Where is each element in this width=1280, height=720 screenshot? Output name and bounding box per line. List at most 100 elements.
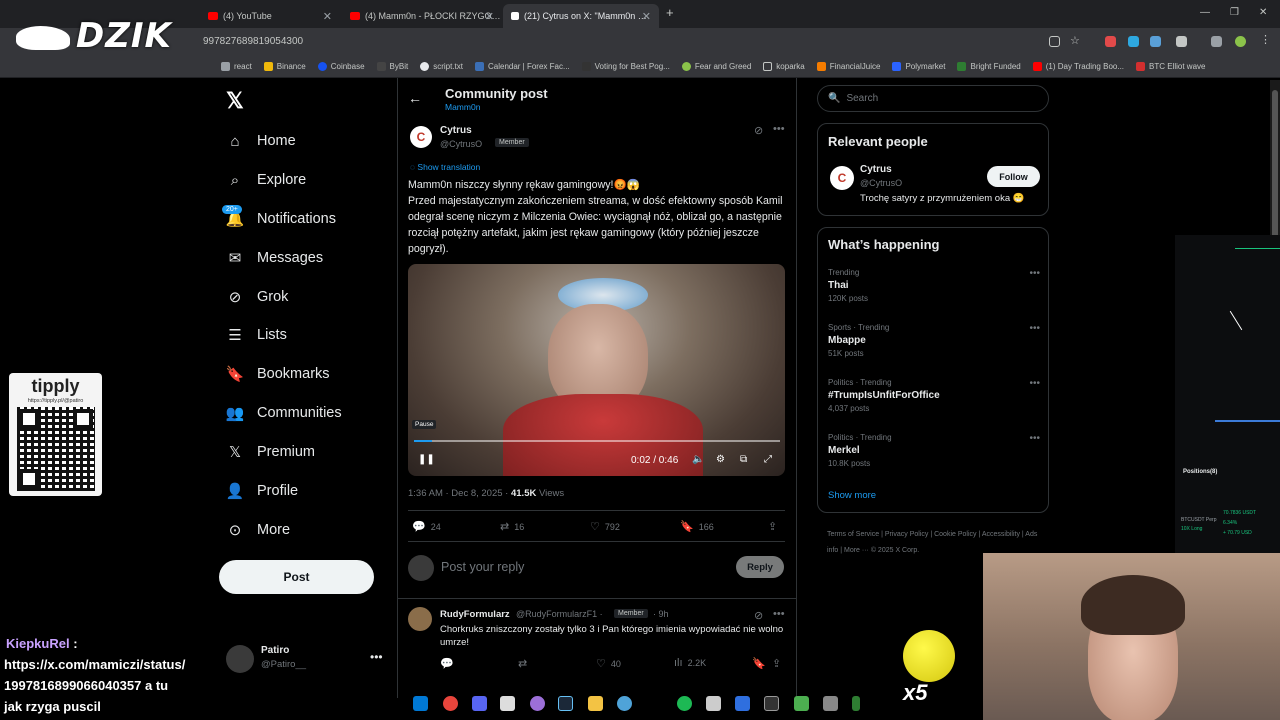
repost-action[interactable]: ⇄ [518, 657, 532, 670]
folder-icon[interactable] [588, 696, 603, 711]
app-icon[interactable] [735, 696, 750, 711]
bookmark[interactable]: Polymarket [892, 62, 945, 71]
more-icon[interactable]: ••• [773, 123, 785, 135]
sidebar-item-lists[interactable]: ☰ Lists [226, 322, 287, 348]
bookmark[interactable]: Binance [263, 62, 306, 71]
share-action[interactable]: ⇪ [772, 657, 786, 670]
post-button[interactable]: Post [219, 560, 374, 594]
close-icon[interactable]: ✕ [323, 10, 332, 23]
browser-tab-active[interactable]: (21) Cytrus on X: "Mamm0n … ✕ [503, 4, 659, 28]
app-icon[interactable] [794, 696, 809, 711]
sidebar-item-explore[interactable]: ⌕ Explore [226, 167, 306, 193]
trend-item[interactable]: Sports · Trending Mbappe 51K posts ••• [828, 323, 1040, 358]
terminal-icon[interactable] [764, 696, 779, 711]
sidebar-item-more[interactable]: ⊙ More [226, 517, 290, 543]
restore-icon[interactable]: ❐ [1230, 7, 1239, 18]
app-icon[interactable] [706, 696, 721, 711]
more-icon[interactable]: ••• [1029, 268, 1040, 279]
app-icon[interactable] [617, 696, 632, 711]
url-input[interactable]: 997827689819054300 [195, 32, 1090, 52]
grok-icon[interactable]: ⊘ [754, 124, 763, 137]
sidebar-item-notifications[interactable]: 🔔 Notifications [226, 206, 336, 232]
video-progress-bar[interactable] [414, 440, 780, 442]
playlist-icon[interactable] [1211, 36, 1222, 47]
author-handle[interactable]: @CytrusO [440, 139, 482, 149]
repost-action[interactable]: ⇄ 16 [500, 520, 524, 533]
show-translation-link[interactable]: ◌ Show translation [410, 162, 480, 172]
bookmark[interactable]: Voting for Best Pog... [581, 62, 670, 71]
close-window-icon[interactable]: ✕ [1259, 7, 1267, 18]
calculator-icon[interactable] [823, 696, 838, 711]
reply-action[interactable]: 💬 [440, 657, 459, 670]
like-action[interactable]: ♡ 40 [596, 657, 621, 670]
spotify-icon[interactable] [677, 696, 692, 711]
show-more-link[interactable]: Show more [828, 490, 876, 501]
chrome-icon[interactable] [443, 696, 458, 711]
browser-tab[interactable]: (4) YouTube ✕ [200, 4, 340, 28]
avatar[interactable] [408, 607, 432, 631]
search-input[interactable]: 🔍 Search [817, 85, 1049, 112]
video-player[interactable] [408, 264, 785, 476]
sidebar-item-communities[interactable]: 👥 Communities [226, 400, 342, 426]
more-icon[interactable]: ••• [370, 650, 383, 664]
follow-button[interactable]: Follow [987, 166, 1040, 187]
browser-tab[interactable]: (4) Mamm0n - PŁOCKI RZYGO… ✕ [342, 4, 502, 28]
trend-item[interactable]: Trending Thai 120K posts ••• [828, 268, 1040, 303]
reply-button[interactable]: Reply [736, 556, 784, 578]
like-action[interactable]: ♡ 792 [590, 520, 620, 533]
volume-icon[interactable]: 🔈 [692, 454, 704, 465]
more-icon[interactable]: ••• [1029, 323, 1040, 334]
bookmark[interactable]: script.txt [420, 62, 463, 71]
reply-action[interactable]: 💬 24 [412, 520, 441, 533]
fullscreen-icon[interactable]: ⤢ [764, 454, 772, 465]
sidebar-item-messages[interactable]: ✉ Messages [226, 245, 323, 271]
minimize-icon[interactable]: — [1200, 7, 1210, 18]
menu-icon[interactable]: ⋮ [1260, 33, 1271, 46]
sidebar-item-home[interactable]: ⌂ Home [226, 128, 295, 154]
bookmark[interactable]: Fear and Greed [681, 62, 751, 71]
bookmark[interactable]: koparka [763, 62, 805, 71]
bookmark[interactable]: Calendar | Forex Fac... [474, 62, 570, 71]
sidebar-item-profile[interactable]: 👤 Profile [226, 478, 298, 504]
community-link[interactable]: Mamm0n [445, 102, 480, 112]
close-icon[interactable]: ✕ [485, 10, 494, 23]
account-name[interactable]: Patiro [261, 645, 289, 656]
comment-author-handle[interactable]: @RudyFormularzF1 · [516, 609, 603, 619]
avatar[interactable]: C [410, 126, 432, 148]
app-icon[interactable] [500, 696, 515, 711]
reply-input[interactable]: Post your reply [441, 560, 524, 574]
extension-icon[interactable] [1128, 36, 1139, 47]
profile-icon[interactable] [1235, 36, 1246, 47]
avatar[interactable]: C [830, 166, 854, 190]
close-icon[interactable]: ✕ [642, 10, 651, 23]
bookmark[interactable]: FinancialJuice [816, 62, 880, 71]
new-tab-icon[interactable]: + [666, 5, 674, 20]
comment-author-name[interactable]: RudyFormularz [440, 609, 510, 620]
sidebar-item-premium[interactable]: 𝕏 Premium [226, 439, 315, 465]
avatar[interactable] [226, 645, 254, 673]
sidebar-item-bookmarks[interactable]: 🔖 Bookmarks [226, 361, 330, 387]
scrollbar-thumb[interactable] [1272, 90, 1278, 240]
extension-icon[interactable] [1105, 36, 1116, 47]
bookmark[interactable]: BTC Elliot wave [1136, 62, 1205, 71]
x-logo-icon[interactable]: 𝕏 [226, 88, 244, 114]
back-arrow-icon[interactable]: ← [408, 90, 422, 106]
settings-gear-icon[interactable]: ⚙ [716, 454, 725, 465]
bookmark[interactable]: react [221, 62, 252, 71]
person-name[interactable]: Cytrus [860, 164, 892, 175]
discord-icon[interactable] [472, 696, 487, 711]
more-icon[interactable]: ••• [773, 608, 785, 620]
pause-icon[interactable]: ❚❚ [418, 454, 435, 465]
install-icon[interactable] [1049, 36, 1060, 47]
bookmark[interactable]: (1) Day Trading Boo... [1032, 62, 1124, 71]
steam-icon[interactable] [558, 696, 573, 711]
app-icon[interactable] [530, 696, 545, 711]
puzzle-icon[interactable] [1176, 36, 1187, 47]
windows-start-icon[interactable] [413, 696, 428, 711]
grok-icon[interactable]: ⊘ [754, 609, 763, 622]
bookmark[interactable]: Coinbase [317, 62, 365, 71]
more-icon[interactable]: ••• [1029, 378, 1040, 389]
trend-item[interactable]: Politics · Trending #TrumpIsUnfitForOffic… [828, 378, 1040, 413]
bookmark[interactable]: ByBit [376, 62, 408, 71]
trend-item[interactable]: Politics · Trending Merkel 10.8K posts ••• [828, 433, 1040, 468]
